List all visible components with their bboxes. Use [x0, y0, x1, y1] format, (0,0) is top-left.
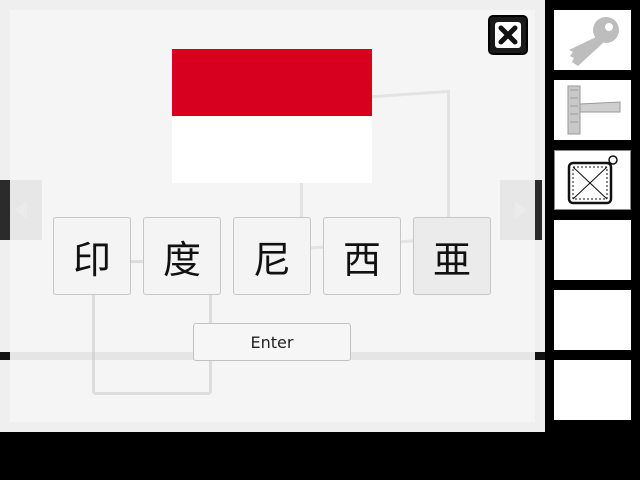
inventory-slot-empty[interactable]: [554, 360, 631, 420]
inventory-panel: [545, 0, 640, 480]
flag-red-band: [172, 49, 372, 116]
close-button[interactable]: [488, 15, 528, 55]
key-icon: [568, 17, 619, 66]
flag-white-band: [172, 116, 372, 183]
indonesia-flag: [172, 49, 372, 183]
inventory-slot-squeegee[interactable]: [554, 80, 631, 140]
squeegee-icon: [567, 85, 620, 135]
inventory-slot-key[interactable]: [554, 10, 631, 70]
close-icon: [495, 22, 521, 48]
inventory-slot-empty[interactable]: [554, 220, 631, 280]
enter-button[interactable]: Enter: [193, 323, 351, 361]
char-button-4[interactable]: 西: [323, 217, 401, 295]
char-button-2[interactable]: 度: [143, 217, 221, 295]
inventory-slot-pot-holder[interactable]: [554, 150, 631, 210]
inventory-slot-empty[interactable]: [554, 290, 631, 350]
char-button-3[interactable]: 尼: [233, 217, 311, 295]
char-button-5[interactable]: 亜: [413, 217, 491, 295]
pot-holder-icon: [567, 155, 618, 205]
char-button-1[interactable]: 印: [53, 217, 131, 295]
